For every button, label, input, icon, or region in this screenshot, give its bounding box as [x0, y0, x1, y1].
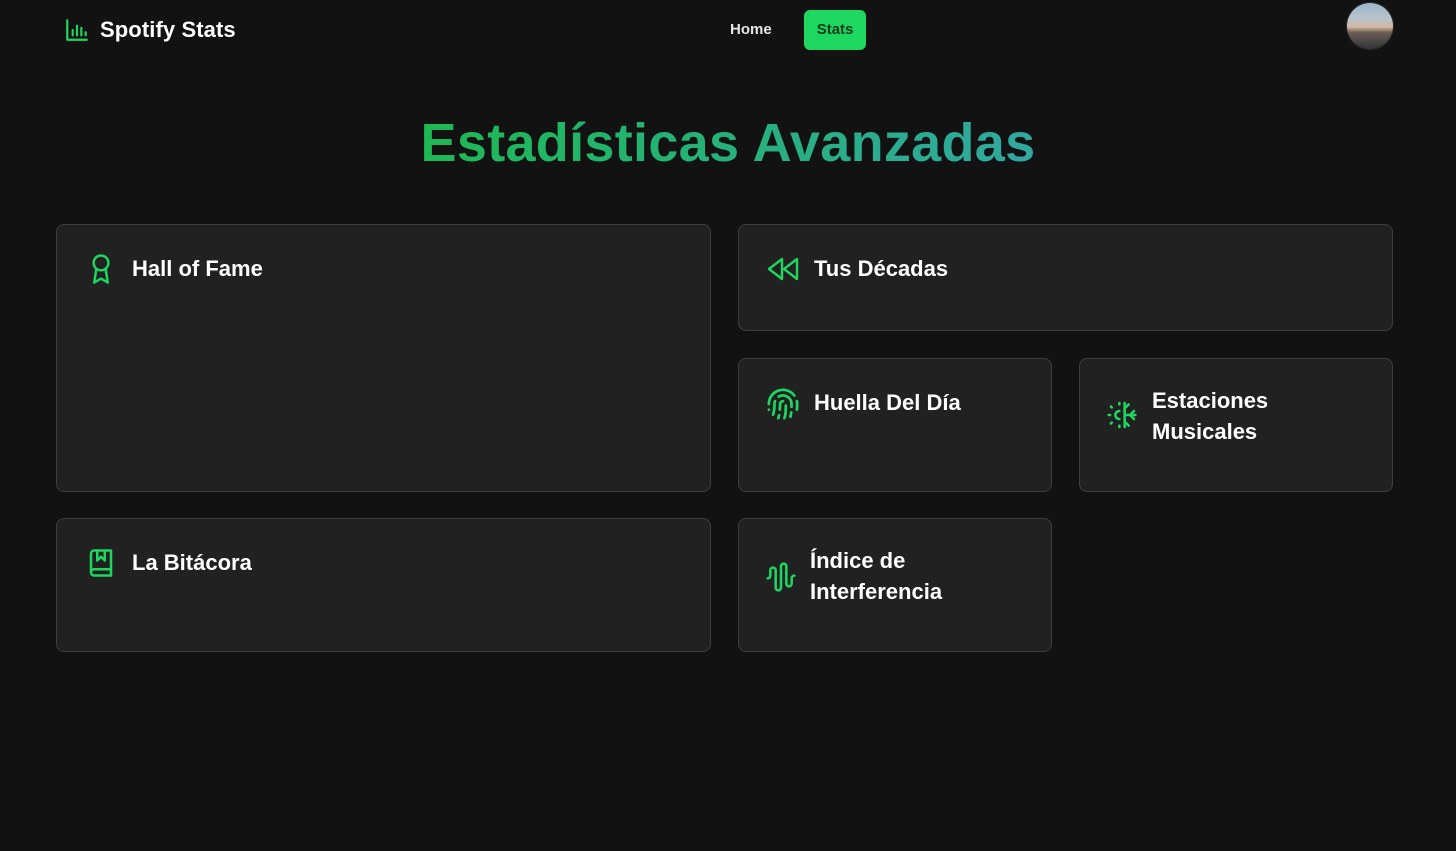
bookmark-book-icon — [85, 547, 117, 579]
top-navbar: Spotify Stats Home Stats — [0, 0, 1456, 60]
card-title: Huella Del Día — [814, 390, 961, 415]
nav-link-stats[interactable]: Stats — [803, 10, 867, 50]
card-huella-del-dia[interactable]: Huella Del Día — [738, 358, 1052, 492]
brand[interactable]: Spotify Stats — [64, 16, 236, 44]
bar-chart-icon — [64, 17, 90, 43]
card-hall-of-fame[interactable]: Hall of Fame — [56, 224, 711, 492]
page-title: Estadísticas Avanzadas — [420, 113, 1036, 173]
card-title: Tus Décadas — [814, 256, 949, 281]
card-title: Hall of Fame — [132, 256, 263, 281]
card-title: Índice de Interferencia — [810, 548, 943, 604]
nav-links: Home Stats — [712, 10, 867, 50]
card-title: Estaciones Musicales — [1152, 388, 1269, 444]
card-estaciones-musicales[interactable]: Estaciones Musicales — [1079, 358, 1393, 492]
sun-snow-icon — [1106, 399, 1138, 431]
user-avatar[interactable] — [1347, 3, 1393, 49]
fingerprint-icon — [766, 387, 800, 421]
award-ribbon-icon — [85, 253, 117, 285]
nav-link-home[interactable]: Home — [712, 10, 790, 50]
rewind-icon — [766, 253, 800, 285]
card-tus-decadas[interactable]: Tus Décadas — [738, 224, 1393, 331]
card-title: La Bitácora — [132, 550, 252, 575]
brand-name: Spotify Stats — [100, 17, 236, 42]
card-indice-de-interferencia[interactable]: Índice de Interferencia — [738, 518, 1052, 652]
card-la-bitacora[interactable]: La Bitácora — [56, 518, 711, 652]
waveform-icon — [765, 561, 797, 593]
